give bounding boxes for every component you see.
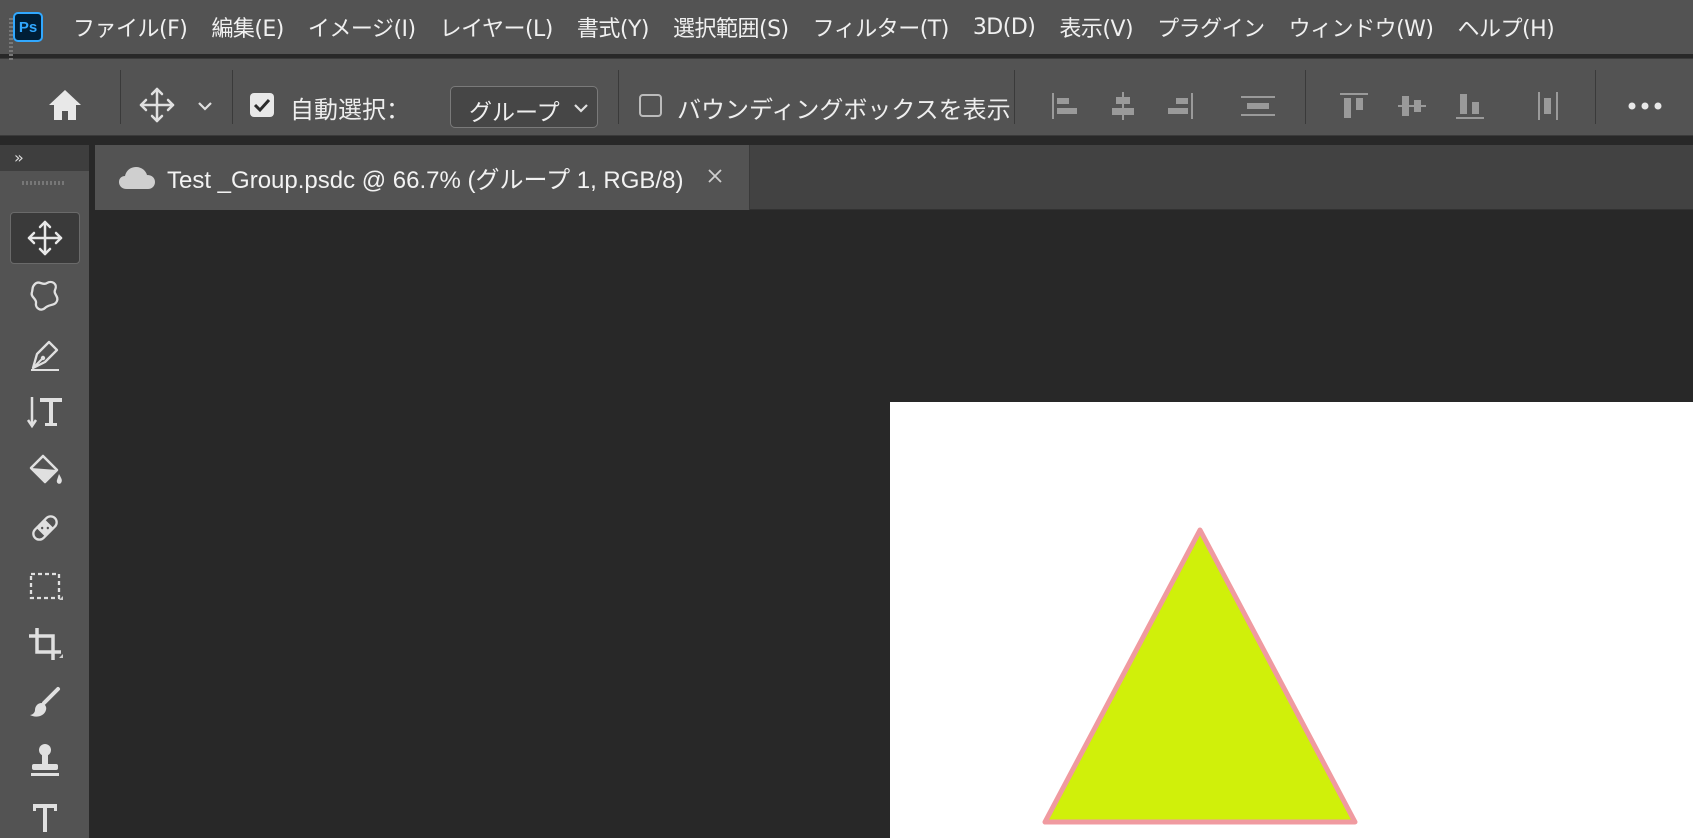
auto-select-target-dropdown[interactable]: グループ bbox=[450, 86, 598, 128]
menu-edit[interactable]: 編集(E) bbox=[211, 11, 284, 43]
home-icon bbox=[49, 90, 81, 120]
chevron-down-icon bbox=[574, 104, 588, 113]
bounding-box-checkbox[interactable] bbox=[639, 94, 662, 117]
menu-3d[interactable]: 3D(D) bbox=[973, 15, 1036, 40]
distribute-vertical-icon bbox=[1241, 96, 1275, 116]
align-top-button[interactable] bbox=[1334, 86, 1374, 126]
checkmark-icon bbox=[253, 98, 271, 113]
paint-bucket-tool[interactable] bbox=[10, 444, 80, 496]
pen-tool-icon bbox=[31, 340, 59, 371]
menu-window[interactable]: ウィンドウ(W) bbox=[1289, 11, 1434, 43]
align-left-icon bbox=[1052, 93, 1077, 119]
vertical-type-tool[interactable] bbox=[10, 386, 80, 438]
type-tool-icon bbox=[33, 804, 57, 832]
artwork bbox=[1042, 527, 1358, 825]
options-separator bbox=[232, 70, 233, 124]
healing-brush-tool[interactable] bbox=[10, 502, 80, 554]
menu-type[interactable]: 書式(Y) bbox=[577, 11, 650, 43]
menu-layer[interactable]: レイヤー(L) bbox=[440, 11, 554, 43]
options-separator bbox=[1595, 70, 1596, 124]
stamp-tool-icon bbox=[31, 744, 59, 776]
align-center-button[interactable] bbox=[1103, 86, 1143, 126]
more-options-button[interactable] bbox=[1620, 86, 1670, 126]
align-horizontal-center-icon bbox=[1112, 92, 1134, 120]
menu-select[interactable]: 選択範囲(S) bbox=[673, 11, 789, 43]
distribute-horizontal-button[interactable] bbox=[1528, 86, 1568, 126]
triangle-shape[interactable] bbox=[1042, 527, 1358, 825]
crop-tool[interactable] bbox=[10, 618, 80, 670]
brush-tool[interactable] bbox=[10, 676, 80, 728]
move-tool[interactable] bbox=[10, 212, 80, 264]
document-tab-title: Test _Group.psdc @ 66.7% (グループ 1, RGB/8) bbox=[167, 167, 684, 194]
menu-view[interactable]: 表示(V) bbox=[1059, 11, 1133, 43]
auto-select-checkbox[interactable] bbox=[250, 93, 274, 117]
paint-bucket-icon bbox=[29, 454, 62, 484]
move-tool-preset[interactable] bbox=[132, 80, 182, 130]
more-horizontal-icon bbox=[1628, 102, 1662, 110]
clone-stamp-tool[interactable] bbox=[10, 734, 80, 786]
options-separator bbox=[1014, 70, 1015, 124]
menu-filter[interactable]: フィルター(T) bbox=[813, 11, 950, 43]
marquee-tool-icon bbox=[29, 572, 63, 600]
move-tool-icon bbox=[27, 220, 63, 256]
auto-select-target-value: グループ bbox=[469, 100, 560, 126]
tools-panel-collapse-button[interactable]: » bbox=[0, 145, 89, 171]
options-separator bbox=[120, 70, 121, 124]
tool-preset-dropdown[interactable] bbox=[192, 92, 218, 120]
home-button[interactable] bbox=[40, 80, 90, 130]
align-top-icon bbox=[1340, 93, 1368, 118]
bounding-box-label: バウンディングボックスを表示 bbox=[677, 96, 1011, 124]
lasso-tool[interactable] bbox=[10, 270, 80, 322]
menu-bar: Ps ファイル(F) 編集(E) イメージ(I) レイヤー(L) 書式(Y) 選… bbox=[0, 0, 1693, 54]
tools-panel-grip[interactable] bbox=[22, 181, 66, 185]
options-separator bbox=[1305, 70, 1306, 124]
distribute-vertical-button[interactable] bbox=[1236, 86, 1280, 126]
lasso-tool-icon bbox=[30, 280, 59, 311]
photoshop-logo[interactable]: Ps bbox=[13, 12, 43, 42]
distribute-horizontal-icon bbox=[1538, 92, 1558, 120]
cloud-icon bbox=[119, 166, 155, 189]
menu-help[interactable]: ヘルプ(H) bbox=[1458, 11, 1555, 43]
type-tool[interactable] bbox=[10, 790, 80, 838]
align-right-icon bbox=[1168, 93, 1193, 119]
document-tab[interactable]: Test _Group.psdc @ 66.7% (グループ 1, RGB/8) bbox=[95, 145, 750, 210]
chevron-down-icon bbox=[198, 102, 212, 111]
menu-plugins[interactable]: プラグイン bbox=[1157, 11, 1265, 43]
align-vertical-center-icon bbox=[1398, 96, 1426, 116]
pen-tool[interactable] bbox=[10, 328, 80, 380]
menu-image[interactable]: イメージ(I) bbox=[308, 11, 416, 43]
align-right-button[interactable] bbox=[1160, 86, 1200, 126]
move-icon bbox=[139, 87, 175, 123]
close-icon bbox=[708, 169, 722, 183]
document-canvas[interactable] bbox=[890, 402, 1693, 838]
align-bottom-button[interactable] bbox=[1450, 86, 1490, 126]
align-middle-button[interactable] bbox=[1392, 86, 1432, 126]
align-bottom-icon bbox=[1456, 94, 1484, 119]
close-tab-button[interactable] bbox=[700, 161, 730, 191]
menu-file[interactable]: ファイル(F) bbox=[73, 11, 188, 43]
healing-brush-icon bbox=[32, 515, 58, 541]
align-left-button[interactable] bbox=[1045, 86, 1085, 126]
options-separator bbox=[618, 70, 619, 124]
crop-tool-icon bbox=[29, 628, 63, 660]
auto-select-label: 自動選択： bbox=[290, 96, 410, 124]
marquee-tool[interactable] bbox=[10, 560, 80, 612]
options-bar-grip[interactable] bbox=[9, 18, 13, 62]
brush-tool-icon bbox=[30, 687, 60, 717]
vertical-type-tool-icon bbox=[26, 397, 62, 429]
